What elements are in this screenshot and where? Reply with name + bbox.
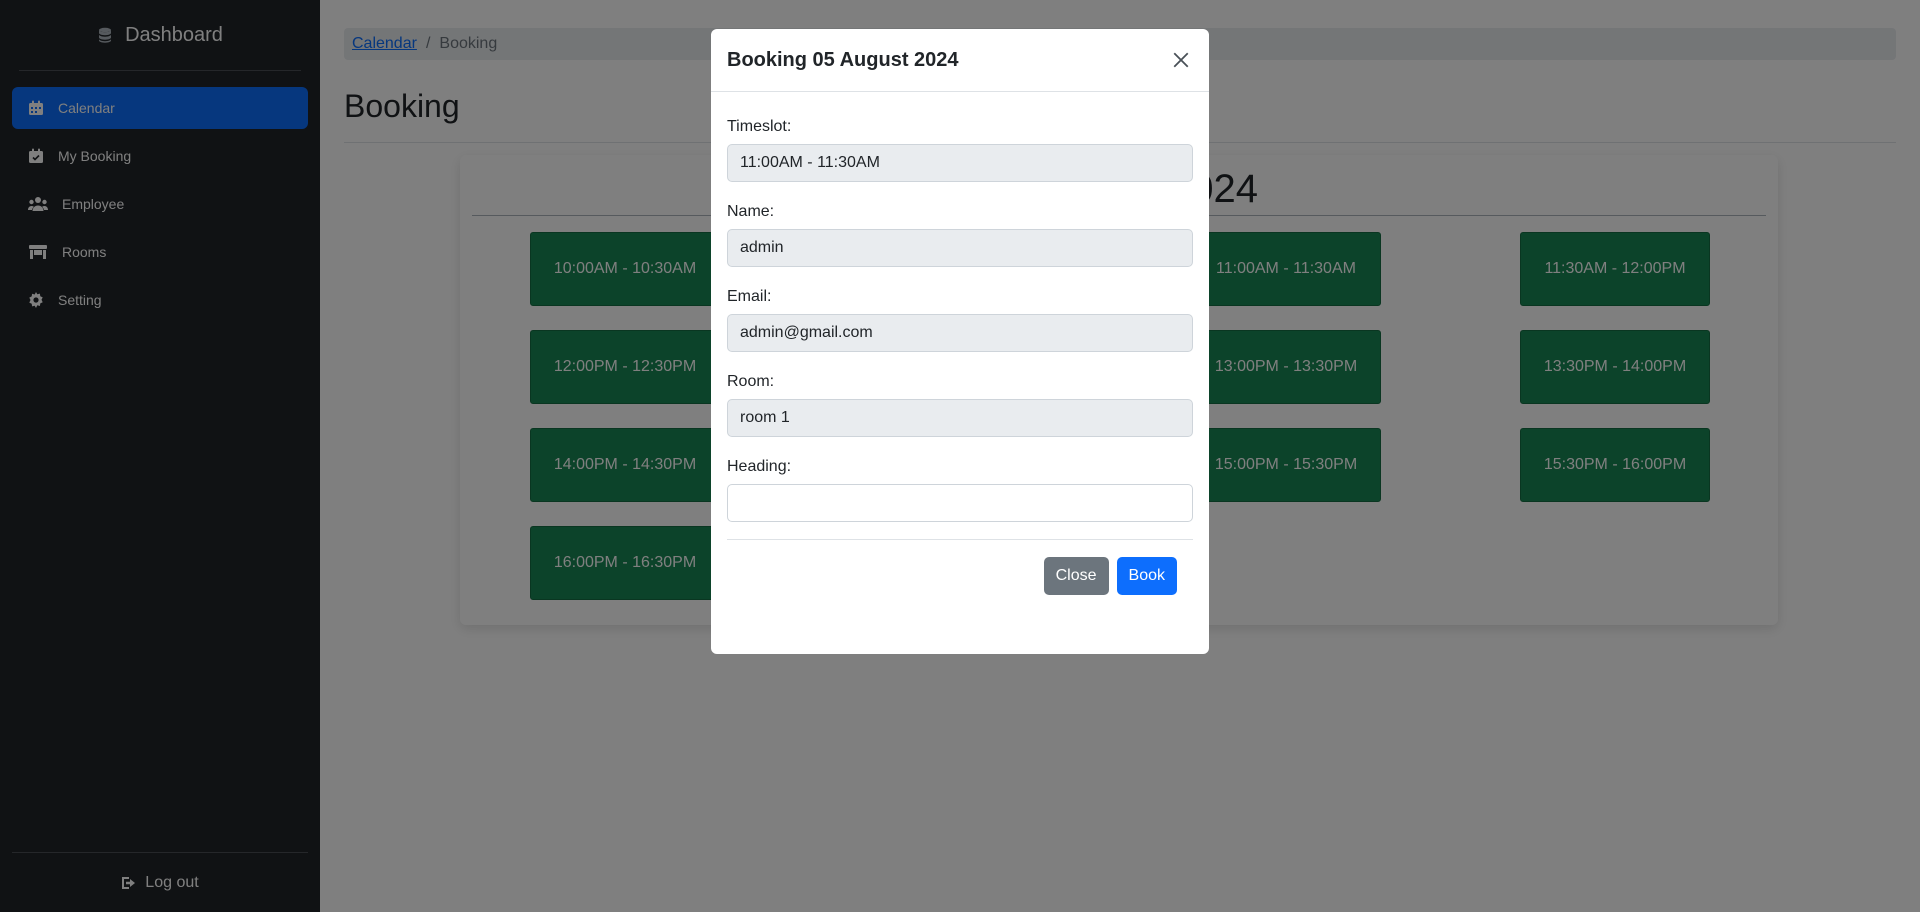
name-group: Name:	[727, 203, 1193, 267]
email-group: Email:	[727, 288, 1193, 352]
name-label: Name:	[727, 203, 775, 220]
heading-group: Heading:	[727, 458, 1193, 522]
name-field[interactable]	[727, 229, 1193, 267]
room-group: Room:	[727, 373, 1193, 437]
close-icon[interactable]	[1169, 48, 1193, 72]
heading-field[interactable]	[727, 484, 1193, 522]
modal-title: Booking 05 August 2024	[727, 48, 959, 71]
modal-footer: Close Book	[711, 540, 1209, 595]
email-label: Email:	[727, 288, 772, 305]
modal-body: Timeslot: Name: Email: Room: Heading:	[711, 92, 1209, 522]
heading-label: Heading:	[727, 458, 792, 475]
timeslot-label: Timeslot:	[727, 118, 792, 135]
timeslot-field[interactable]	[727, 144, 1193, 182]
room-label: Room:	[727, 373, 775, 390]
close-button[interactable]: Close	[1043, 557, 1109, 595]
book-button[interactable]: Book	[1116, 557, 1177, 595]
modal-header: Booking 05 August 2024	[711, 29, 1209, 92]
booking-modal: Booking 05 August 2024 Timeslot: Name: E…	[711, 29, 1209, 654]
room-field[interactable]	[727, 399, 1193, 437]
email-field[interactable]	[727, 314, 1193, 352]
timeslot-group: Timeslot:	[727, 118, 1193, 182]
